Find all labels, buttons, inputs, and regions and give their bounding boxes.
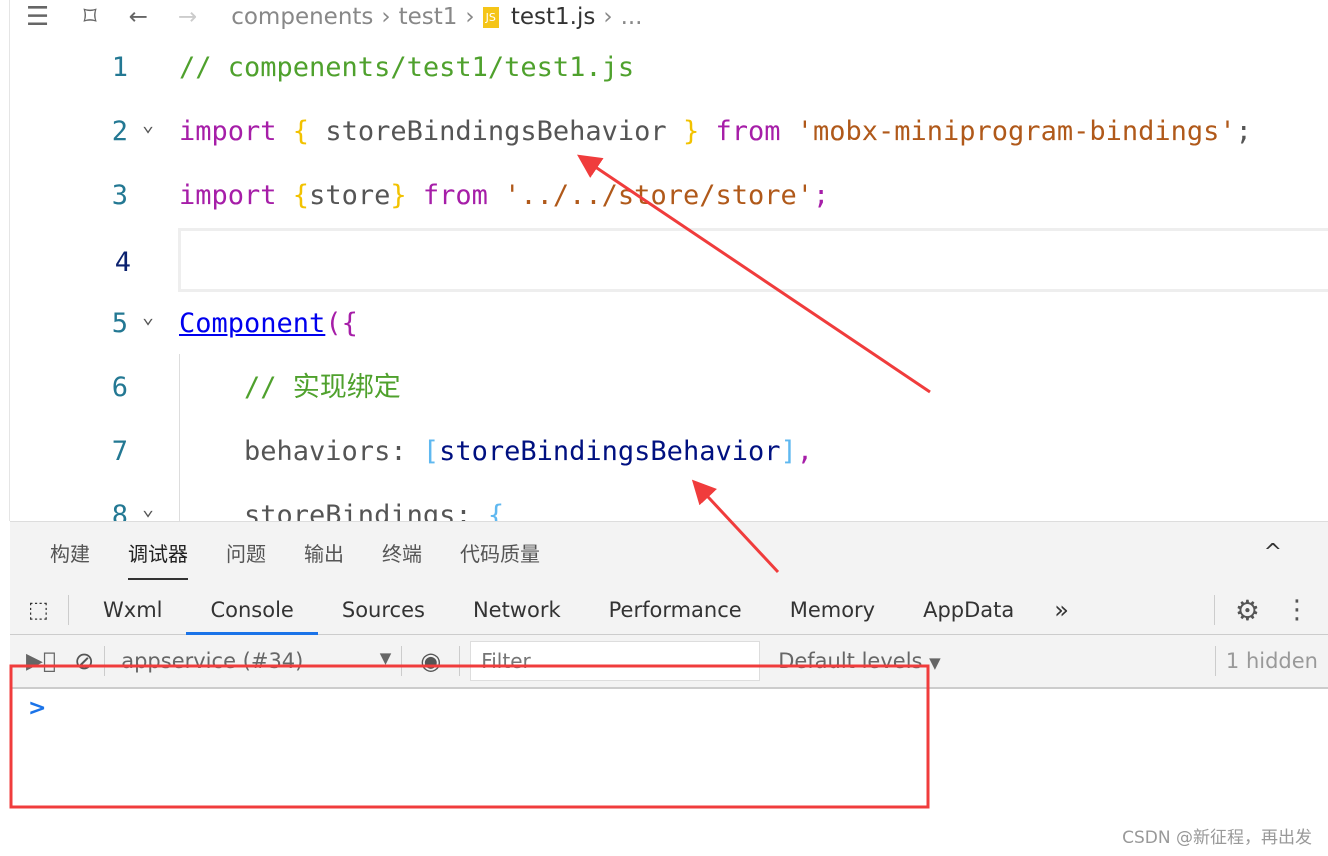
- annotation-arrow: [691, 479, 780, 574]
- annotation-box: [9, 664, 930, 809]
- annotation-overlay: [9, 154, 931, 809]
- watermark: CSDN @新征程，再出发: [1122, 828, 1312, 848]
- annotation-arrow: [577, 154, 931, 394]
